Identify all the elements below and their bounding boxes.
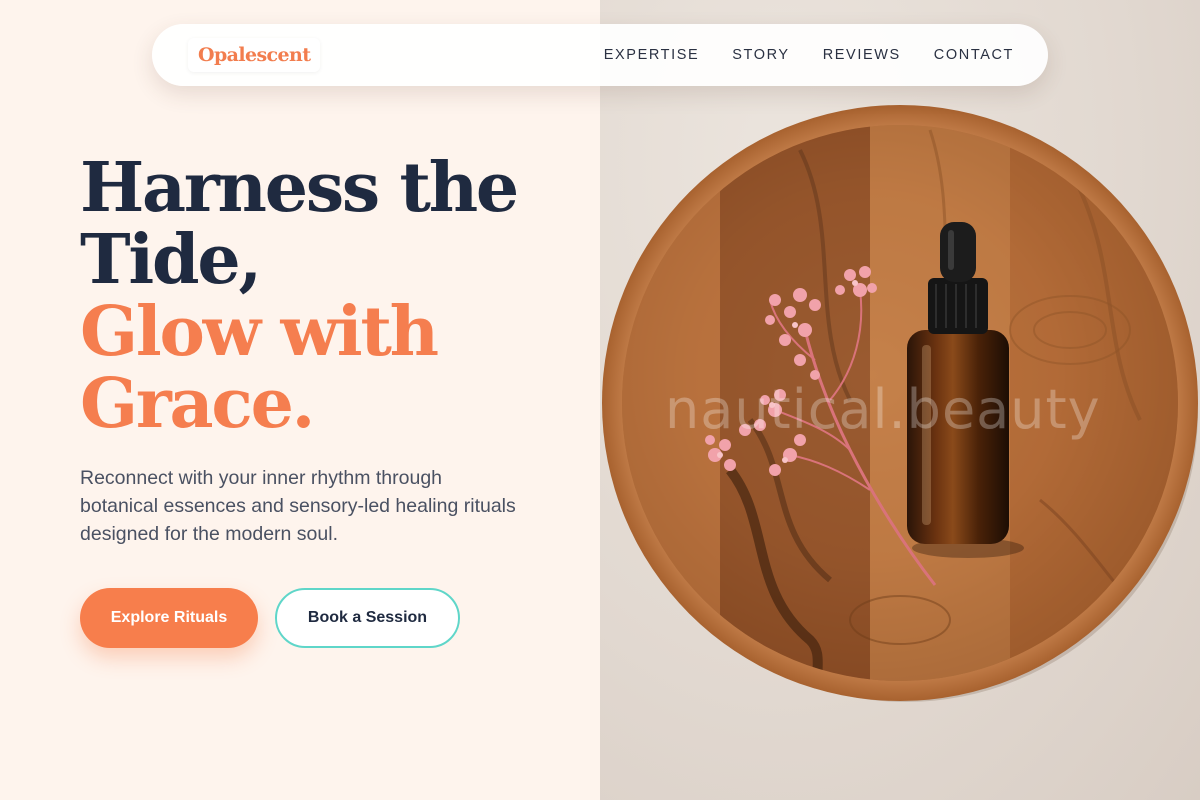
- explore-rituals-button[interactable]: Explore Rituals: [80, 588, 258, 648]
- headline-accent-line-2: Grace.: [80, 364, 315, 444]
- nav-link-expertise[interactable]: EXPERTISE: [604, 47, 700, 63]
- headline-line-2: Tide,: [80, 220, 262, 300]
- hero-headline: Harness the Tide, Glow with Grace.: [80, 152, 580, 440]
- hero-subtitle: Reconnect with your inner rhythm through…: [80, 467, 516, 545]
- headline-line-1: Harness the: [80, 148, 519, 228]
- brand-logo[interactable]: Opalescent: [188, 38, 321, 72]
- top-navbar: Opalescent EXPERTISE STORY REVIEWS CONTA…: [152, 24, 1048, 86]
- nav-link-story[interactable]: STORY: [732, 47, 789, 63]
- nav-link-contact[interactable]: CONTACT: [934, 47, 1014, 63]
- headline-accent-line-1: Glow with: [80, 292, 439, 372]
- nav-links: EXPERTISE STORY REVIEWS CONTACT: [604, 24, 1014, 86]
- hero-image: [600, 0, 1200, 800]
- book-session-button[interactable]: Book a Session: [275, 588, 460, 648]
- product-photo: [602, 105, 1198, 702]
- nav-link-reviews[interactable]: REVIEWS: [823, 47, 901, 63]
